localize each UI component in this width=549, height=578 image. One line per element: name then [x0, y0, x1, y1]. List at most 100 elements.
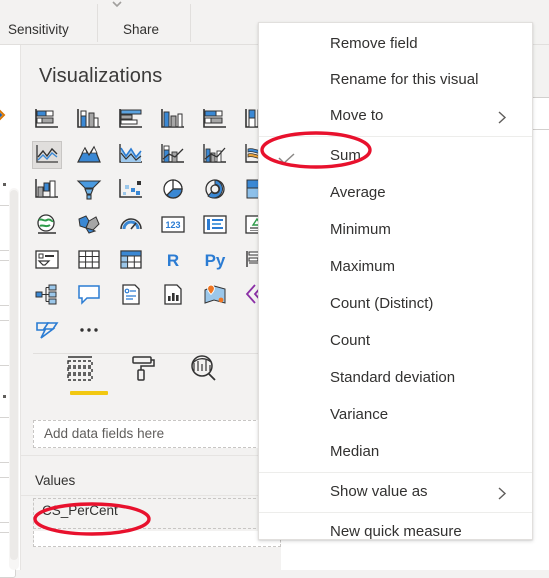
field-bullet	[3, 395, 6, 398]
menu-item-maximum[interactable]: Maximum	[259, 250, 532, 286]
field-context-menu: Remove field Rename for this visual Move…	[258, 22, 533, 540]
menu-divider	[259, 512, 532, 513]
gallery-row	[33, 105, 281, 140]
menu-item-label: Minimum	[330, 221, 391, 238]
menu-item-label: New quick measure	[330, 523, 462, 540]
menu-item-label: Count (Distinct)	[330, 295, 434, 312]
gallery-row	[33, 280, 281, 315]
svg-text:123: 123	[165, 220, 180, 230]
filled-map-icon[interactable]	[75, 212, 103, 238]
gallery-row	[33, 315, 281, 350]
visualizations-panel: Visualizations 123 R Py Add data fields …	[20, 45, 281, 570]
more-options-icon[interactable]	[75, 317, 103, 343]
svg-text:R: R	[167, 251, 179, 270]
clustered-column-chart-icon[interactable]	[159, 107, 187, 133]
area-chart-icon[interactable]	[75, 142, 103, 168]
fields-pane-scrollbar-thumb[interactable]	[10, 190, 18, 560]
fields-tab[interactable]	[63, 353, 115, 395]
axis-well[interactable]: Add data fields here	[33, 420, 281, 448]
expand-chevron-icon[interactable]	[0, 107, 8, 123]
visual-type-gallery: 123 R Py	[32, 105, 281, 350]
stacked-column-chart-icon[interactable]	[75, 107, 103, 133]
pie-chart-icon[interactable]	[159, 177, 187, 203]
multi-row-card-icon[interactable]	[201, 212, 229, 238]
menu-item-label: Median	[330, 443, 380, 460]
table-icon[interactable]	[75, 247, 103, 273]
gallery-row	[33, 175, 281, 210]
gallery-row	[32, 140, 281, 175]
menu-item-label: Average	[330, 184, 386, 201]
gauge-icon[interactable]	[117, 212, 145, 238]
stacked-area-chart-icon[interactable]	[117, 142, 145, 168]
menu-item-label: Move to	[330, 107, 384, 124]
map-icon[interactable]	[33, 212, 61, 238]
field-bullet	[3, 183, 6, 186]
menu-item-label: Rename for this visual	[330, 71, 479, 88]
hundred-percent-stacked-bar-chart-icon[interactable]	[201, 107, 229, 133]
clustered-bar-chart-icon[interactable]	[117, 107, 145, 133]
menu-divider	[259, 472, 532, 473]
menu-item-label: Count	[330, 332, 371, 349]
well-divider	[21, 495, 281, 496]
slicer-icon[interactable]	[33, 247, 61, 273]
menu-item-label: Show value as	[330, 483, 428, 500]
chevron-down-icon[interactable]	[110, 0, 124, 10]
menu-item-count-distinct[interactable]: Count (Distinct)	[259, 287, 532, 323]
well-divider	[21, 455, 281, 456]
menu-item-label: Standard deviation	[330, 369, 456, 386]
menu-item-average[interactable]: Average	[259, 176, 532, 212]
field-chip-label: CS_PerCent	[42, 503, 118, 518]
ribbon-label-share: Share	[123, 22, 160, 37]
menu-item-new-quick-measure[interactable]: New quick measure	[259, 515, 532, 551]
chevron-right-icon	[497, 486, 508, 501]
r-script-visual-icon[interactable]: R	[159, 247, 187, 273]
card-icon[interactable]: 123	[159, 212, 187, 238]
checkmark-icon	[278, 151, 295, 165]
stacked-bar-chart-icon[interactable]	[33, 107, 61, 133]
values-well-label: Values	[35, 473, 76, 488]
line-chart-icon[interactable]	[32, 141, 62, 169]
gallery-row: 123	[33, 210, 281, 245]
decomposition-tree-icon[interactable]	[33, 282, 61, 308]
menu-item-remove-field[interactable]: Remove field	[259, 27, 532, 63]
ribbon-button-sensitivity[interactable]: Sensitivity	[8, 22, 69, 37]
power-automate-icon[interactable]	[33, 317, 61, 343]
menu-divider	[259, 136, 532, 137]
donut-chart-icon[interactable]	[201, 177, 229, 203]
menu-item-sum[interactable]: Sum	[259, 139, 532, 175]
menu-item-variance[interactable]: Variance	[259, 398, 532, 434]
panel-tabstrip	[33, 353, 281, 397]
format-tab[interactable]	[125, 353, 177, 393]
menu-item-label: Maximum	[330, 258, 396, 275]
ribbon-separator	[97, 4, 98, 42]
python-visual-icon[interactable]: Py	[201, 247, 229, 273]
funnel-chart-icon[interactable]	[75, 177, 103, 203]
scatter-chart-icon[interactable]	[117, 177, 145, 203]
values-well-dropzone[interactable]	[33, 531, 281, 547]
menu-item-label: Remove field	[330, 35, 418, 52]
menu-item-show-value-as[interactable]: Show value as	[259, 475, 532, 511]
waterfall-chart-icon[interactable]	[33, 177, 61, 203]
power-apps-icon[interactable]	[159, 282, 187, 308]
matrix-icon[interactable]	[117, 247, 145, 273]
analytics-tab[interactable]	[187, 353, 239, 393]
menu-item-label: Variance	[330, 406, 389, 423]
values-well-field-chip[interactable]: CS_PerCent	[33, 498, 281, 529]
menu-item-label: Sum	[330, 147, 361, 164]
paginated-report-icon[interactable]	[117, 282, 145, 308]
smart-narrative-icon[interactable]	[75, 282, 103, 308]
ribbon-button-share[interactable]: Share	[123, 22, 159, 37]
line-and-stacked-column-chart-icon[interactable]	[159, 142, 187, 168]
line-and-clustered-column-chart-icon[interactable]	[201, 142, 229, 168]
active-tab-underline	[70, 391, 108, 395]
ribbon-label-sensitivity: Sensitivity	[8, 22, 69, 37]
menu-item-standard-deviation[interactable]: Standard deviation	[259, 361, 532, 397]
arcgis-map-icon[interactable]	[201, 282, 229, 308]
menu-item-move-to[interactable]: Move to	[259, 99, 532, 135]
panel-title: Visualizations	[39, 65, 163, 87]
menu-item-count[interactable]: Count	[259, 324, 532, 360]
axis-well-placeholder: Add data fields here	[44, 426, 165, 441]
menu-item-rename-for-this-visual[interactable]: Rename for this visual	[259, 63, 532, 99]
menu-item-median[interactable]: Median	[259, 435, 532, 471]
menu-item-minimum[interactable]: Minimum	[259, 213, 532, 249]
